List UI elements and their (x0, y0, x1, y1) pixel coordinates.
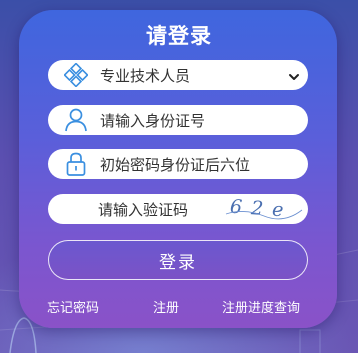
id-number-placeholder: 请输入身份证号 (100, 111, 206, 130)
forgot-password-link[interactable]: 忘记密码 (47, 297, 99, 316)
chevron-down-icon[interactable] (288, 68, 300, 87)
captcha-value: 62e (229, 196, 293, 222)
login-button[interactable]: 登录 (48, 240, 308, 280)
category-select[interactable]: 专业技术人员 (48, 60, 308, 90)
captcha-input[interactable]: 请输入验证码 62e (48, 194, 308, 224)
user-icon (62, 105, 90, 135)
lock-icon (62, 149, 90, 179)
lattice-icon (62, 60, 90, 90)
register-link[interactable]: 注册 (153, 297, 179, 316)
login-title: 请登录 (146, 24, 212, 48)
id-number-input[interactable]: 请输入身份证号 (48, 105, 308, 135)
category-select-value: 专业技术人员 (100, 66, 191, 85)
captcha-placeholder: 请输入验证码 (97, 200, 188, 219)
register-progress-link[interactable]: 注册进度查询 (222, 297, 300, 316)
password-placeholder: 初始密码身份证后六位 (100, 155, 251, 174)
captcha-image[interactable]: 62e (224, 194, 304, 224)
password-input[interactable]: 初始密码身份证后六位 (48, 149, 308, 179)
